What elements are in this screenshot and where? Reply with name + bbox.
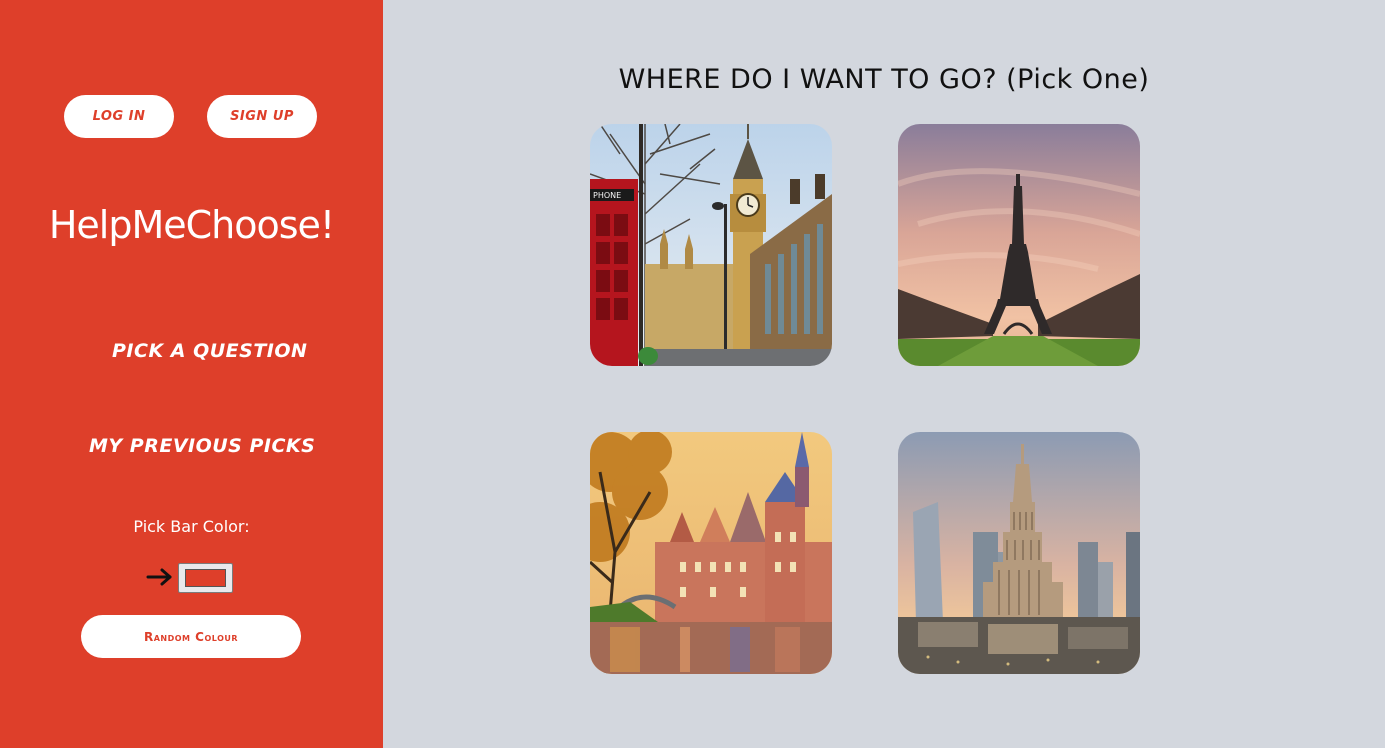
page-title: WHERE DO I WANT TO GO? (Pick One)	[618, 64, 1150, 95]
bar-color-label: Pick Bar Color:	[133, 517, 250, 536]
warsaw-palace-of-culture-image	[898, 432, 1140, 674]
option-card-paris[interactable]	[898, 124, 1140, 366]
color-swatch	[185, 569, 226, 587]
brand-logo: HelpMeChoose!	[48, 203, 335, 247]
option-card-bruges[interactable]	[590, 432, 832, 674]
paris-eiffel-tower-image	[898, 124, 1140, 366]
random-colour-button[interactable]: Random Colour	[81, 615, 301, 658]
london-big-ben-image: PHONE	[590, 124, 832, 366]
nav-my-previous-picks[interactable]: MY PREVIOUS PICKS	[89, 435, 315, 457]
bruges-canal-image	[590, 432, 832, 674]
sidebar: LOG IN SIGN UP HelpMeChoose! PICK A QUES…	[0, 0, 383, 748]
signup-button[interactable]: SIGN UP	[207, 95, 317, 138]
phone-sign: PHONE	[593, 191, 621, 200]
bar-color-picker[interactable]	[178, 563, 233, 593]
option-card-warsaw[interactable]	[898, 432, 1140, 674]
arrow-right-icon	[146, 568, 172, 586]
login-button[interactable]: LOG IN	[64, 95, 174, 138]
nav-pick-a-question[interactable]: PICK A QUESTION	[112, 340, 307, 362]
option-card-london[interactable]: PHONE	[590, 124, 832, 366]
